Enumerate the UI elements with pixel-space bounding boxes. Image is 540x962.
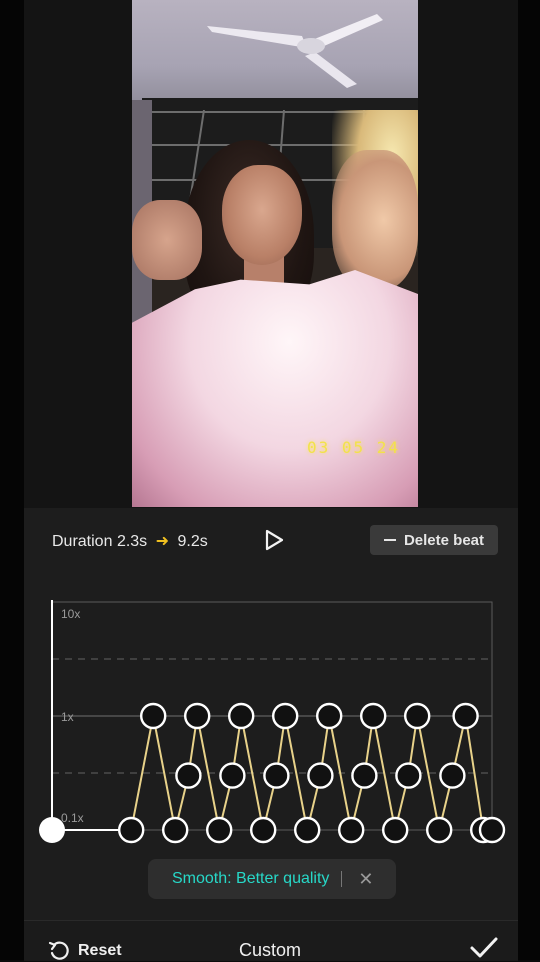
speed-label-0-1x: 0.1x [61,811,84,825]
beat-point[interactable] [250,816,277,844]
beat-point[interactable] [294,816,321,844]
video-face [222,165,302,265]
beat-point[interactable] [360,702,387,730]
beat-point[interactable] [263,762,290,789]
beat-point[interactable] [272,702,299,730]
beat-point[interactable] [404,702,431,730]
video-shirt [132,270,418,507]
duration-label: Duration [52,533,113,550]
beat-point[interactable] [117,816,145,844]
video-preview[interactable]: 03 05 24 [132,0,418,507]
close-icon[interactable]: ✕ [358,869,373,890]
beat-point[interactable] [478,816,506,844]
toast-text: Smooth: Better quality [172,870,330,887]
beat-point[interactable] [316,702,343,730]
duration-readout: Duration 2.3s ➜ 9.2s [52,531,208,551]
beat-point[interactable] [183,702,211,730]
arrow-right-icon: ➜ [155,533,170,550]
duration-from: 2.3s [116,533,148,550]
speed-label-10x: 10x [61,607,81,621]
smooth-quality-toast: Smooth: Better quality ✕ [148,859,396,899]
beat-point[interactable] [426,816,453,844]
beat-point[interactable] [227,702,255,730]
beat-point[interactable] [382,816,409,844]
video-arm-left [132,200,202,280]
beat-point[interactable] [452,702,479,730]
play-icon[interactable] [262,528,286,552]
ceiling-fan-graphic [207,14,383,88]
beat-point[interactable] [205,816,233,844]
beat-point[interactable] [175,762,202,789]
video-arm-right [332,150,418,290]
delete-beat-button[interactable]: Delete beat [370,525,498,555]
beat-point[interactable] [139,702,167,730]
beat-point[interactable] [338,816,365,844]
beat-point[interactable] [307,762,334,789]
delete-beat-label: Delete beat [403,531,485,549]
check-icon[interactable] [469,936,499,960]
beat-point[interactable] [351,762,378,789]
duration-to: 9.2s [177,533,208,550]
beat-point[interactable] [439,762,466,789]
beat-point[interactable] [395,762,422,789]
beat-point[interactable] [161,816,189,844]
page-title: Custom [238,940,301,960]
beat-point[interactable] [219,762,246,789]
speed-label-1x: 1x [61,710,74,724]
minus-icon [383,539,396,541]
toast-divider [341,871,343,887]
video-date-stamp: 03 05 24 [307,438,401,457]
